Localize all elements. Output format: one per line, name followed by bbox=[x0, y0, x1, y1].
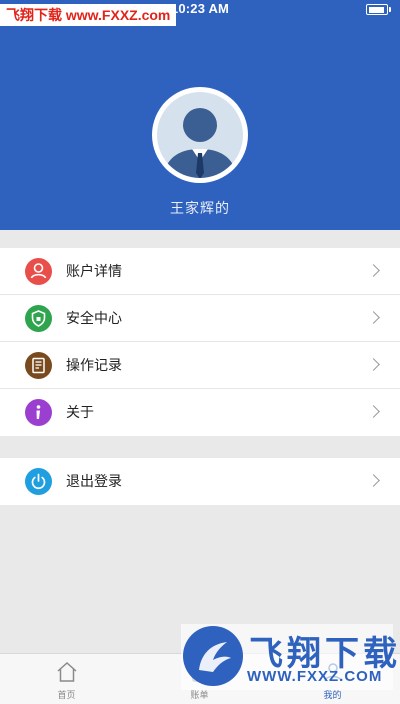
logout-label: 退出登录 bbox=[66, 473, 122, 489]
shield-icon bbox=[25, 305, 52, 332]
home-icon bbox=[57, 661, 76, 682]
status-bar: 飞翔下载 www.FXXZ.com 10:23 AM bbox=[0, 0, 400, 26]
power-icon bbox=[25, 468, 52, 495]
menu-item-label: 关于 bbox=[66, 404, 94, 420]
chevron-right-icon bbox=[367, 311, 380, 324]
menu-list: 账户详情 安全中心 操作记录 关于 bbox=[0, 248, 400, 436]
tab-home[interactable]: 首页 bbox=[0, 654, 133, 704]
battery-level bbox=[368, 6, 384, 13]
watermark-logo: 飞翔下载 WWW.FXXZ.COM bbox=[181, 624, 397, 690]
watermark-url: WWW.FXXZ.COM bbox=[247, 668, 383, 685]
chevron-right-icon bbox=[367, 405, 380, 418]
chevron-right-icon bbox=[367, 358, 380, 371]
menu-item-label: 操作记录 bbox=[66, 357, 122, 373]
menu-item-security-center[interactable]: 安全中心 bbox=[0, 295, 400, 342]
menu-item-about[interactable]: 关于 bbox=[0, 389, 400, 436]
chevron-right-icon bbox=[367, 264, 380, 277]
user-icon bbox=[25, 258, 52, 285]
watermark-logo-icon bbox=[183, 626, 243, 686]
avatar-person-icon bbox=[154, 89, 246, 181]
tab-label: 首页 bbox=[57, 690, 76, 700]
chevron-right-icon bbox=[367, 474, 380, 487]
battery-icon bbox=[366, 4, 391, 15]
username: 王家辉的 bbox=[170, 200, 230, 216]
avatar[interactable] bbox=[152, 87, 248, 183]
record-icon bbox=[25, 352, 52, 379]
menu-item-label: 账户详情 bbox=[66, 263, 122, 279]
logout-button[interactable]: 退出登录 bbox=[0, 458, 400, 505]
status-time: 10:23 AM bbox=[170, 1, 230, 16]
menu-item-label: 安全中心 bbox=[66, 310, 122, 326]
profile-header: 飞翔下载 www.FXXZ.com 10:23 AM 王家辉的 bbox=[0, 0, 400, 230]
menu-item-operation-log[interactable]: 操作记录 bbox=[0, 342, 400, 389]
logout-section: 退出登录 bbox=[0, 458, 400, 505]
menu-item-account-details[interactable]: 账户详情 bbox=[0, 248, 400, 295]
info-icon bbox=[25, 399, 52, 426]
